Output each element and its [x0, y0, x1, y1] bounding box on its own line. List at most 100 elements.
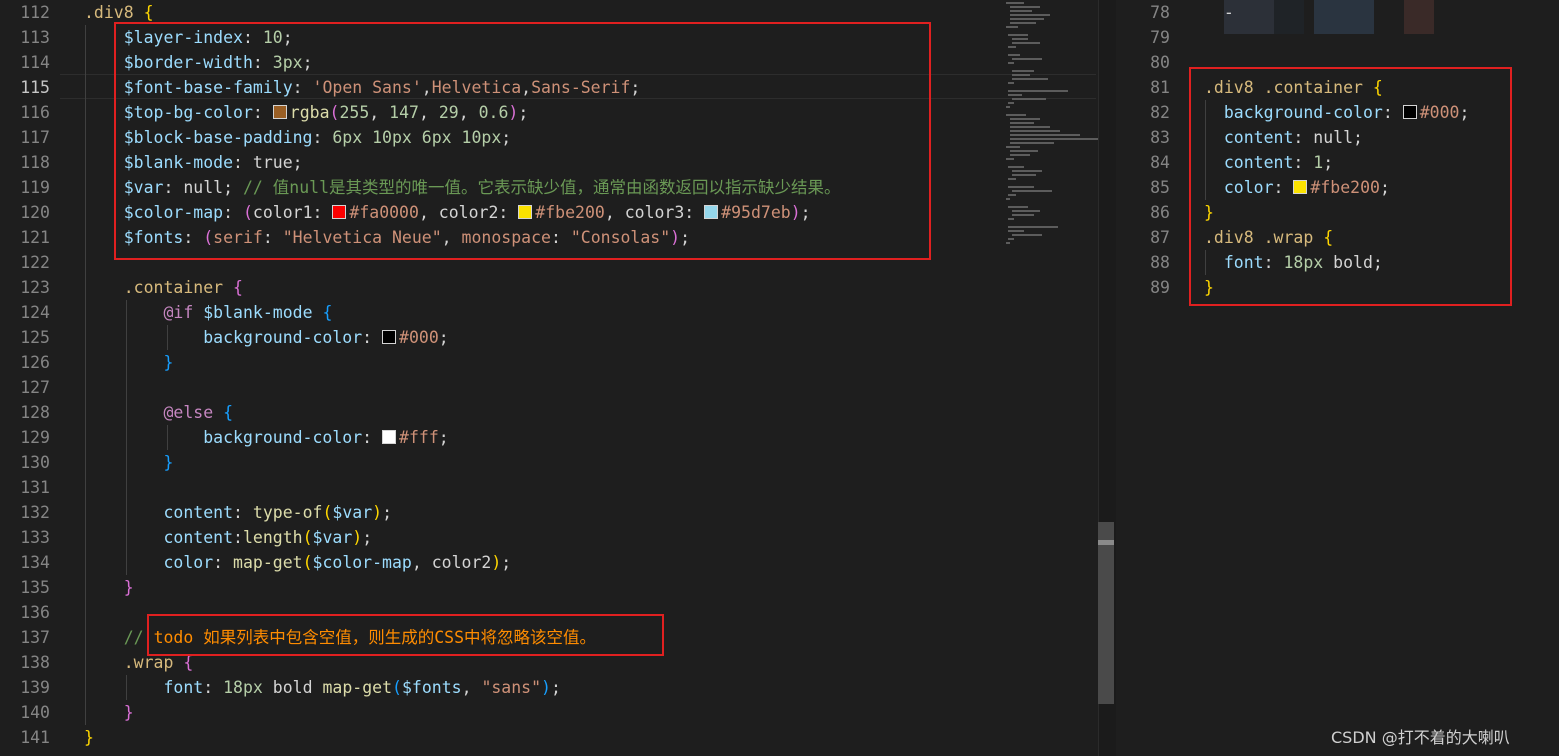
minimap[interactable] [1002, 0, 1098, 260]
line-number: 114 [20, 53, 50, 72]
code-token: ( [302, 553, 313, 572]
minimap-line [1006, 146, 1020, 148]
code-line[interactable]: 140 } [0, 700, 1098, 725]
code-text[interactable]: } [84, 725, 94, 750]
code-line[interactable]: 123 .container { [0, 275, 1098, 300]
minimap-line [1006, 2, 1024, 4]
watermark: CSDN @打不着的大喇叭 [1331, 728, 1510, 747]
code-token: #000 [399, 328, 439, 347]
code-line[interactable]: 131 [0, 475, 1098, 500]
minimap-line [1010, 10, 1032, 12]
line-number: 85 [1150, 178, 1170, 197]
code-token: "sans" [481, 678, 542, 697]
code-text[interactable]: content:length($var); [84, 525, 372, 550]
minimap-line [1008, 90, 1068, 92]
minimap-line [1010, 150, 1038, 152]
minimap-line [1010, 126, 1050, 128]
code-line[interactable]: 134 color: map-get($color-map, color2); [0, 550, 1098, 575]
line-number: 123 [20, 278, 50, 297]
code-token: { [143, 3, 154, 22]
code-line[interactable]: 133 content:length($var); [0, 525, 1098, 550]
code-token: content [163, 528, 234, 547]
minimap-line [1012, 190, 1052, 192]
code-token: ) [352, 528, 363, 547]
code-line[interactable]: 139 font: 18px bold map-get($fonts, "san… [0, 675, 1098, 700]
minimap-line [1010, 122, 1034, 124]
code-token: $var [312, 528, 353, 547]
code-text[interactable]: color: map-get($color-map, color2); [84, 550, 511, 575]
code-line[interactable]: 125 background-color: #000; [0, 325, 1098, 350]
code-line[interactable]: 130 } [0, 450, 1098, 475]
scrollbar-marker [1098, 540, 1114, 545]
code-line[interactable]: 129 background-color: #fff; [0, 425, 1098, 450]
code-token: ; [501, 553, 512, 572]
line-number: 121 [20, 228, 50, 247]
code-token: type-of [252, 503, 323, 522]
code-text[interactable]: background-color: #000; [84, 325, 449, 350]
color-swatch-icon[interactable] [382, 330, 397, 344]
code-text[interactable]: @if $blank-mode { [84, 300, 332, 325]
line-number: 82 [1150, 103, 1170, 122]
minimap-line [1010, 130, 1060, 132]
code-text[interactable]: background-color: #fff; [84, 425, 449, 450]
code-text[interactable]: } [84, 575, 134, 600]
code-line[interactable]: 79 [1116, 25, 1559, 50]
code-token: ) [491, 553, 502, 572]
minimap-line [1008, 166, 1024, 168]
code-text[interactable]: } [84, 450, 173, 475]
line-number: 112 [20, 3, 50, 22]
code-token: #fff [399, 428, 439, 447]
line-number: 139 [20, 678, 50, 697]
minimap-line [1012, 210, 1040, 212]
minimap-line [1008, 206, 1028, 208]
code-line[interactable]: 132 content: type-of($var); [0, 500, 1098, 525]
code-token: ( [302, 528, 313, 547]
code-token: , [411, 553, 432, 572]
minimap-line [1008, 94, 1022, 96]
code-token: 18px [223, 678, 263, 697]
minimap-line [1006, 158, 1014, 160]
color-swatch-icon[interactable] [382, 430, 397, 444]
code-text[interactable]: } [84, 350, 173, 375]
code-line[interactable]: 126 } [0, 350, 1098, 375]
minimap-line [1008, 34, 1028, 36]
code-token: $var [332, 503, 373, 522]
minimap-line [1012, 70, 1034, 72]
right-editor-pane[interactable]: 78 -79 80 81 .div8 .container {82 backgroun… [1116, 0, 1559, 756]
minimap-line [1010, 14, 1050, 16]
code-text[interactable]: - [1204, 0, 1234, 25]
code-line[interactable]: 124 @if $blank-mode { [0, 300, 1098, 325]
code-line[interactable]: 135 } [0, 575, 1098, 600]
code-text[interactable]: .container { [84, 275, 243, 300]
minimap-line [1006, 242, 1010, 244]
scrollbar-thumb[interactable] [1098, 522, 1114, 704]
left-editor-pane[interactable]: 112 .div8 {113 $layer-index: 10; 114 $bord… [0, 0, 1098, 756]
code-token: } [84, 728, 94, 747]
code-line[interactable]: 78 - [1116, 0, 1559, 25]
minimap-line [1010, 118, 1040, 120]
line-number: 115 [20, 78, 50, 97]
code-text[interactable]: } [84, 700, 134, 725]
code-token: { [233, 278, 243, 297]
code-token: color [163, 553, 214, 572]
line-number: 126 [20, 353, 50, 372]
code-token: ; [382, 503, 393, 522]
code-token: map-get [322, 678, 393, 697]
code-line[interactable]: 141} [0, 725, 1098, 750]
code-text[interactable]: content: type-of($var); [84, 500, 392, 525]
line-number: 80 [1150, 53, 1170, 72]
minimap-line [1008, 102, 1014, 104]
code-line[interactable]: 128 @else { [0, 400, 1098, 425]
code-text[interactable]: @else { [84, 400, 233, 425]
code-line[interactable]: 127 [0, 375, 1098, 400]
code-text[interactable]: font: 18px bold map-get($fonts, "sans"); [84, 675, 560, 700]
